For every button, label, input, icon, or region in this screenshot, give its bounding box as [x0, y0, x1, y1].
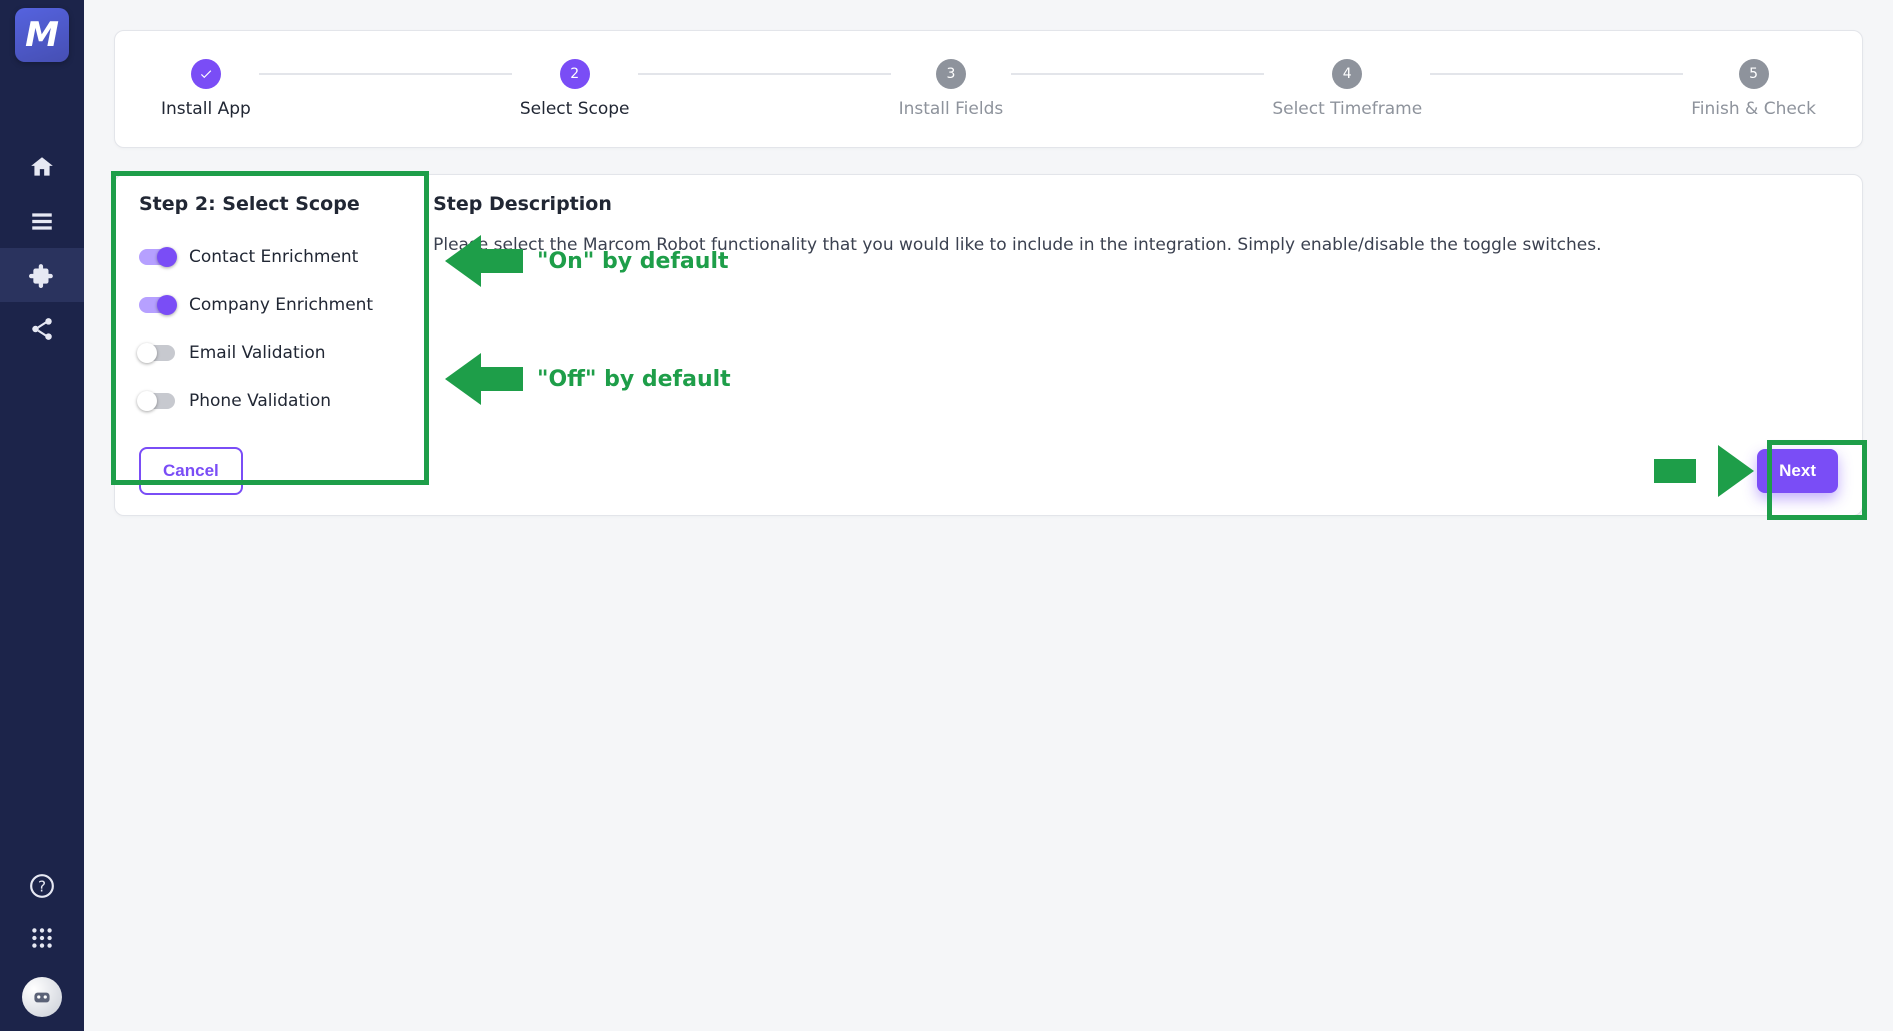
toggle-company-enrichment: Company Enrichment	[139, 281, 373, 329]
grid-dots-icon	[29, 925, 55, 951]
toggle-phone-validation: Phone Validation	[139, 377, 373, 425]
step-install-fields[interactable]: 3 Install Fields	[899, 59, 1004, 119]
bot-face-icon	[29, 984, 55, 1010]
app-logo-mark: M	[25, 15, 59, 55]
scope-form-card: Step 2: Select Scope Contact Enrichment …	[114, 174, 1863, 516]
sidebar: M ?	[0, 0, 84, 1031]
main-content: Install App 2 Select Scope 3 Install Fie…	[84, 0, 1893, 516]
step-connector	[638, 73, 891, 75]
scope-title: Step 2: Select Scope	[139, 193, 373, 215]
next-button[interactable]: Next	[1757, 449, 1838, 493]
share-icon	[29, 316, 55, 342]
sidebar-nav	[0, 140, 84, 356]
step-install-app[interactable]: Install App	[161, 59, 251, 119]
step-connector	[1430, 73, 1683, 75]
step-label: Install Fields	[899, 99, 1004, 119]
toggle-switch[interactable]	[139, 393, 175, 409]
toggle-label: Phone Validation	[189, 391, 331, 411]
home-icon	[29, 154, 55, 180]
cancel-button[interactable]: Cancel	[139, 447, 243, 495]
step-label: Install App	[161, 99, 251, 119]
bot-avatar[interactable]	[22, 977, 62, 1017]
app-logo[interactable]: M	[15, 8, 69, 62]
sidebar-item-share[interactable]	[0, 302, 84, 356]
menu-icon	[29, 208, 55, 234]
step-description-column: Step Description Please select the Marco…	[433, 193, 1838, 425]
step-select-scope[interactable]: 2 Select Scope	[520, 59, 630, 119]
step-label: Select Scope	[520, 99, 630, 119]
toggle-switch[interactable]	[139, 297, 175, 313]
step-label: Select Timeframe	[1272, 99, 1422, 119]
toggle-email-validation: Email Validation	[139, 329, 373, 377]
step-connector	[1011, 73, 1264, 75]
step-select-timeframe[interactable]: 4 Select Timeframe	[1272, 59, 1422, 119]
toggle-label: Company Enrichment	[189, 295, 373, 315]
step-circle: 3	[936, 59, 966, 89]
step-finish-check[interactable]: 5 Finish & Check	[1691, 59, 1816, 119]
puzzle-icon	[29, 262, 55, 288]
sidebar-item-home[interactable]	[0, 140, 84, 194]
step-label: Finish & Check	[1691, 99, 1816, 119]
toggle-switch[interactable]	[139, 249, 175, 265]
help-icon: ?	[29, 873, 55, 899]
step-circle	[191, 59, 221, 89]
step-description-title: Step Description	[433, 193, 1838, 215]
sidebar-item-apps[interactable]	[22, 925, 62, 951]
svg-text:?: ?	[38, 877, 46, 895]
check-icon	[199, 67, 213, 81]
form-actions: Cancel Next	[139, 447, 1838, 495]
scope-toggles-column: Step 2: Select Scope Contact Enrichment …	[139, 193, 373, 425]
toggle-switch[interactable]	[139, 345, 175, 361]
sidebar-item-integrations[interactable]	[0, 248, 84, 302]
step-description-text: Please select the Marcom Robot functiona…	[433, 233, 1838, 258]
wizard-stepper: Install App 2 Select Scope 3 Install Fie…	[114, 30, 1863, 148]
toggle-label: Contact Enrichment	[189, 247, 358, 267]
sidebar-item-help[interactable]: ?	[22, 873, 62, 899]
sidebar-bottom: ?	[22, 873, 62, 1017]
step-circle: 2	[560, 59, 590, 89]
step-connector	[259, 73, 512, 75]
step-circle: 5	[1739, 59, 1769, 89]
toggle-label: Email Validation	[189, 343, 326, 363]
step-circle: 4	[1332, 59, 1362, 89]
sidebar-item-menu[interactable]	[0, 194, 84, 248]
toggle-contact-enrichment: Contact Enrichment	[139, 233, 373, 281]
